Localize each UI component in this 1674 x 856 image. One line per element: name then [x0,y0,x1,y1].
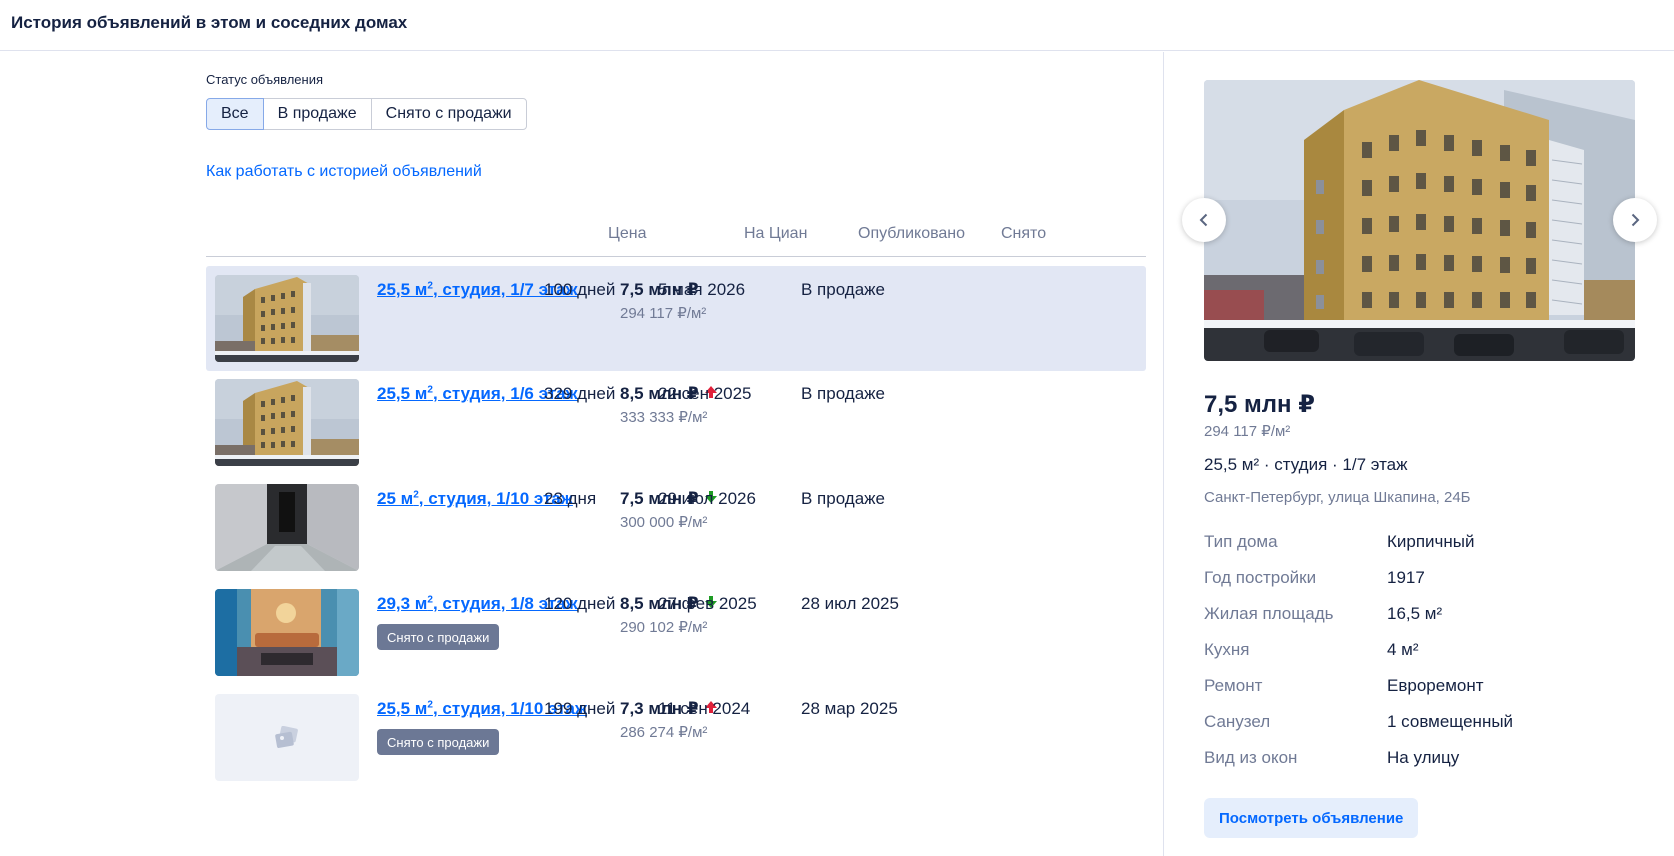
published-date: 5 мая 2026 [658,280,746,299]
listing-thumbnail[interactable] [215,484,359,571]
days-on-cian: 23 дня [544,489,597,508]
removed-date: 28 мар 2025 [801,699,898,718]
property-value: 4 м² [1387,640,1419,659]
listing-photo [1204,80,1635,361]
property-value: 1917 [1387,568,1425,587]
days-on-cian: 120 дней [544,594,616,613]
panel-description: 25,5 м² · студия · 1/7 этаж [1204,455,1408,474]
listing-gallery[interactable] [1204,80,1635,361]
removed-date: В продаже [801,489,886,508]
property-value: 1 совмещенный [1387,712,1514,731]
status-filter-label: Статус объявления [206,72,324,87]
table-header: Цена На Циан Опубликовано Снято [206,222,1146,257]
property-label: Санузел [1204,712,1271,731]
property-value: На улицу [1387,748,1460,767]
table-row[interactable]: 25 м2, студия, 1/10 этаж 7,5 млн ₽300 000… [206,475,1146,580]
days-on-cian: 329 дней [544,384,616,403]
view-listing-button[interactable]: Посмотреть объявление [1204,798,1419,838]
property-label: Год постройки [1204,568,1317,587]
chevron-left-icon [1199,213,1208,227]
listing-photo [215,484,359,571]
days-on-cian: 199 дней [544,699,616,718]
published-date: 29 июл 2026 [658,489,756,508]
panel-price: 7,5 млн ₽ [1204,391,1315,418]
no-photo-icon [275,725,298,748]
listing-price-per-meter: 294 117 ₽/м² [620,305,707,322]
table-row[interactable]: 25,5 м2, студия, 1/10 этаж Снято с продаж… [206,685,1146,790]
removed-date: 28 июл 2025 [801,594,899,613]
page-header: История объявлений в этом и соседних дом… [0,0,1674,51]
listing-photo [215,275,359,362]
gallery-next-button[interactable] [1613,198,1657,242]
property-value: 16,5 м² [1387,604,1443,623]
published-date: 27 фев 2025 [658,594,757,613]
listing-price-per-meter: 300 000 ₽/м² [620,514,708,531]
column-price: Цена [608,225,647,242]
listing-price-per-meter: 286 274 ₽/м² [620,724,708,741]
panel-divider [1163,52,1164,856]
property-value: Кирпичный [1387,532,1475,551]
status-filter-group: Все В продаже Снято с продажи [206,98,527,130]
filter-all-button[interactable]: Все [206,98,264,130]
days-on-cian: 100 дней [544,280,616,299]
listing-price-per-meter: 290 102 ₽/м² [620,619,708,636]
listing-photo [215,379,359,466]
published-date: 22 сен 2025 [658,384,752,403]
removed-date: В продаже [801,280,886,299]
filter-for-sale-button[interactable]: В продаже [262,98,372,130]
column-on-cian: На Циан [744,225,808,242]
listing-photo [215,589,359,676]
removed-badge: Снято с продажи [377,624,500,650]
column-published: Опубликовано [858,225,966,242]
table-row[interactable]: 25,5 м2, студия, 1/6 этаж 8,5 млн ₽333 33… [206,370,1146,475]
removed-date: В продаже [801,384,886,403]
property-value: Евроремонт [1387,676,1484,695]
property-label: Тип дома [1204,532,1278,551]
panel-address: Санкт-Петербург, улица Шкапина, 24Б [1204,489,1471,506]
listing-thumbnail[interactable] [215,275,359,362]
gallery-prev-button[interactable] [1182,198,1226,242]
property-label: Кухня [1204,640,1250,659]
history-help-link[interactable]: Как работать с историей объявлений [206,163,482,181]
listing-thumbnail[interactable] [215,589,359,676]
listing-price-per-meter: 333 333 ₽/м² [620,409,708,426]
table-row[interactable]: 25,5 м2, студия, 1/7 этаж 7,5 млн ₽294 11… [206,266,1146,371]
property-label: Ремонт [1204,676,1263,695]
table-row[interactable]: 29,3 м2, студия, 1/8 этаж Снято с продажи… [206,580,1146,685]
listing-thumbnail[interactable] [215,379,359,466]
column-removed: Снято [1001,225,1047,242]
panel-price-per-meter: 294 117 ₽/м² [1204,423,1291,440]
filter-removed-button[interactable]: Снято с продажи [370,98,527,130]
removed-badge: Снято с продажи [377,729,500,755]
chevron-right-icon [1631,213,1640,227]
property-label: Вид из окон [1204,748,1298,767]
listing-thumbnail[interactable] [215,694,359,781]
property-label: Жилая площадь [1204,604,1334,623]
published-date: 11 сен 2024 [658,699,751,718]
page-title: История объявлений в этом и соседних дом… [11,13,408,32]
